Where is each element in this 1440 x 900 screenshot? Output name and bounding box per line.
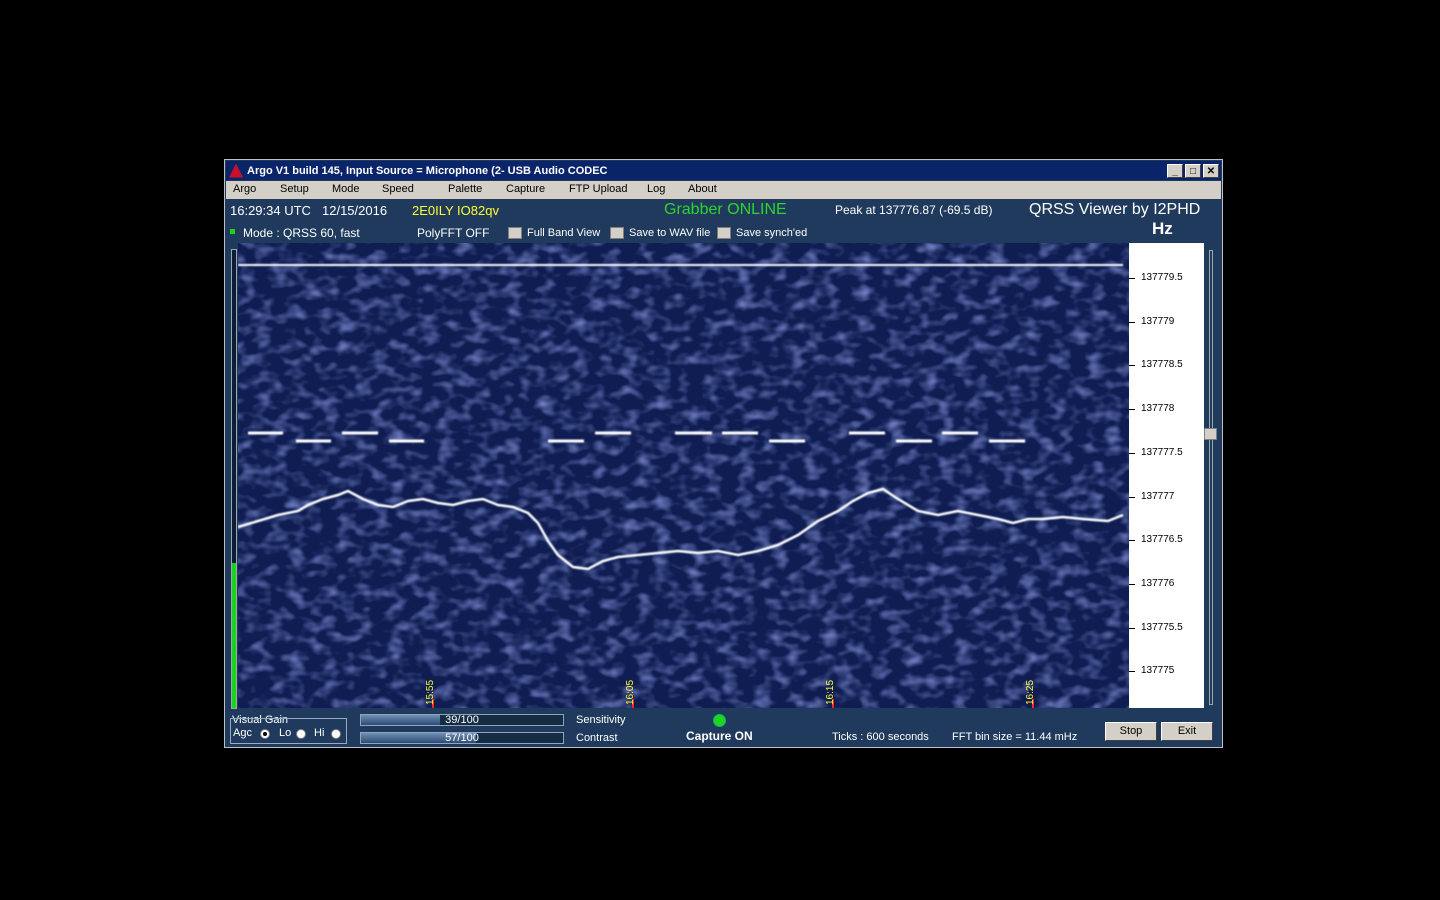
- frequency-scale: 137779.5 137779 137778.5 137778 137777.5…: [1129, 243, 1204, 708]
- menu-mode[interactable]: Mode: [332, 183, 360, 195]
- contrast-slider[interactable]: 57/100: [360, 732, 564, 744]
- freq-tick: [1129, 409, 1135, 410]
- waterfall-svg: 15:55 16:05 16:15 16:25: [238, 243, 1129, 708]
- save-wav-checkbox[interactable]: [610, 227, 624, 239]
- ticks-readout: Ticks : 600 seconds: [832, 731, 929, 743]
- hi-label: Hi: [314, 727, 325, 739]
- capture-led-icon[interactable]: [713, 714, 726, 727]
- full-band-checkbox[interactable]: [508, 227, 522, 239]
- menu-log[interactable]: Log: [647, 183, 665, 195]
- fft-bin-readout: FFT bin size = 11.44 mHz: [952, 731, 1078, 743]
- menu-ftp-upload[interactable]: FTP Upload: [569, 183, 628, 195]
- freq-tick: [1129, 540, 1135, 541]
- freq-label: 137775: [1141, 665, 1175, 676]
- time-tick-label: 16:15: [825, 680, 836, 705]
- time-tick-label: 16:25: [1025, 680, 1036, 705]
- close-button[interactable]: ✕: [1203, 163, 1219, 178]
- freq-tick: [1129, 278, 1135, 279]
- callsign-locator: 2E0ILY IO82qv: [412, 203, 499, 218]
- menu-argo[interactable]: Argo: [233, 183, 256, 195]
- freq-tick: [1129, 497, 1135, 498]
- argo-window: Argo V1 build 145, Input Source = Microp…: [224, 159, 1223, 748]
- menu-about[interactable]: About: [688, 183, 717, 195]
- hi-radio[interactable]: [331, 729, 341, 739]
- freq-tick: [1129, 584, 1135, 585]
- utc-time: 16:29:34 UTC: [230, 203, 311, 218]
- time-tick-label: 16:05: [625, 680, 636, 705]
- save-synch-label: Save synch'ed: [736, 227, 808, 239]
- date: 12/15/2016: [322, 203, 388, 218]
- freq-tick: [1129, 671, 1135, 672]
- polyfft-label: PolyFFT OFF: [417, 226, 490, 240]
- waterfall-display[interactable]: 15:55 16:05 16:15 16:25: [238, 243, 1129, 708]
- peak-readout: Peak at 137776.87 (-69.5 dB): [835, 203, 993, 217]
- freq-tick: [1129, 322, 1135, 323]
- brand-label: QRSS Viewer by I2PHD: [1029, 201, 1201, 218]
- menu-setup[interactable]: Setup: [280, 183, 309, 195]
- time-tick-label: 15:55: [425, 680, 436, 705]
- full-band-label: Full Band View: [527, 227, 601, 239]
- stop-button[interactable]: Stop: [1105, 722, 1157, 741]
- freq-label: 137776.5: [1141, 534, 1183, 545]
- freq-tick: [1129, 453, 1135, 454]
- menu-bar: Argo Setup Mode Speed Palette Capture FT…: [226, 181, 1221, 199]
- menu-palette[interactable]: Palette: [448, 183, 482, 195]
- freq-label: 137776: [1141, 578, 1175, 589]
- waterfall-noise: [238, 243, 1129, 708]
- freq-label: 137777.5: [1141, 447, 1183, 458]
- sensitivity-label: Sensitivity: [576, 714, 626, 726]
- agc-radio[interactable]: [260, 729, 270, 739]
- freq-label: 137778: [1141, 403, 1175, 414]
- exit-button[interactable]: Exit: [1161, 722, 1213, 741]
- mode-indicator-icon: [230, 229, 235, 234]
- frequency-scroll-track[interactable]: [1209, 250, 1213, 705]
- freq-tick: [1129, 628, 1135, 629]
- title-bar[interactable]: Argo V1 build 145, Input Source = Microp…: [226, 161, 1221, 180]
- maximize-button[interactable]: □: [1185, 163, 1201, 178]
- status-line: 16:29:34 UTC 12/15/2016 2E0ILY IO82qv Gr…: [225, 200, 1222, 238]
- grabber-status: Grabber ONLINE: [664, 201, 787, 218]
- minimize-button[interactable]: _: [1167, 163, 1183, 178]
- menu-speed[interactable]: Speed: [382, 183, 414, 195]
- freq-label: 137775.5: [1141, 622, 1183, 633]
- lo-radio[interactable]: [296, 729, 306, 739]
- capture-status: Capture ON: [686, 729, 753, 743]
- freq-label: 137779: [1141, 316, 1175, 327]
- mode-label: Mode : QRSS 60, fast: [243, 226, 360, 240]
- save-synch-checkbox[interactable]: [717, 227, 731, 239]
- argo-app-icon: [229, 163, 243, 178]
- contrast-value: 57/100: [445, 732, 479, 744]
- sensitivity-slider[interactable]: 39/100: [360, 714, 564, 726]
- menu-capture[interactable]: Capture: [506, 183, 545, 195]
- freq-tick: [1129, 365, 1135, 366]
- save-wav-label: Save to WAV file: [629, 227, 711, 239]
- frequency-scroll-thumb[interactable]: [1204, 428, 1217, 440]
- lo-label: Lo: [279, 727, 292, 739]
- window-title: Argo V1 build 145, Input Source = Microp…: [247, 164, 608, 177]
- agc-level-bar: [231, 249, 237, 709]
- agc-label: Agc: [233, 727, 252, 739]
- options-line: Mode : QRSS 60, fast PolyFFT OFF Full Ba…: [225, 224, 1222, 242]
- freq-label: 137778.5: [1141, 359, 1183, 370]
- freq-label: 137779.5: [1141, 272, 1183, 283]
- bottom-controls: Visual Gain Agc Lo Hi 39/100 Sensitivity…: [225, 710, 1222, 747]
- contrast-label: Contrast: [576, 732, 618, 744]
- sensitivity-value: 39/100: [445, 714, 479, 726]
- agc-level-fill: [232, 563, 236, 708]
- freq-label: 137777: [1141, 491, 1175, 502]
